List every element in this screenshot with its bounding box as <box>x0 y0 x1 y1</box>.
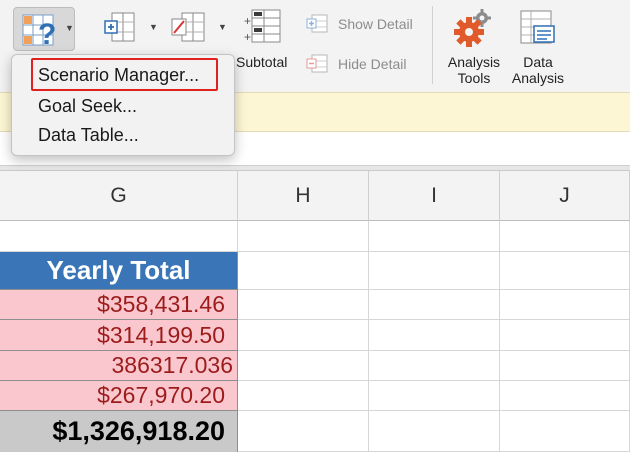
sheet-cell[interactable] <box>500 221 630 252</box>
column-header-i[interactable]: I <box>369 171 500 221</box>
value-cell[interactable]: $267,970.20 <box>0 381 238 411</box>
what-if-analysis-button[interactable]: ? ▼ <box>13 7 75 51</box>
hide-detail-icon <box>306 54 328 73</box>
analysis-tools-label-line1: Analysis <box>447 54 501 70</box>
menu-item-goal-seek[interactable]: Goal Seek... <box>38 96 137 117</box>
column-header-j[interactable]: J <box>500 171 630 221</box>
column-header-h[interactable]: H <box>238 171 369 221</box>
group-icon <box>104 12 135 42</box>
sheet-cell[interactable] <box>238 320 369 351</box>
value-cell[interactable]: 386317.036 <box>0 351 238 381</box>
data-analysis-button[interactable]: Data Analysis <box>506 6 570 86</box>
yearly-total-header-cell[interactable]: Yearly Total <box>0 252 238 290</box>
svg-text:+: + <box>244 14 251 28</box>
ungroup-icon <box>171 12 205 42</box>
sheet-cell[interactable] <box>369 252 500 290</box>
chevron-down-icon[interactable]: ▼ <box>65 23 74 33</box>
what-if-analysis-icon: ? <box>22 14 56 49</box>
chevron-down-icon[interactable]: ▼ <box>218 22 227 32</box>
show-detail-button[interactable]: Show Detail <box>306 12 422 36</box>
analysis-tools-gear-icon <box>454 9 491 47</box>
sheet-cell[interactable] <box>500 381 630 411</box>
sheet-cell[interactable] <box>238 351 369 381</box>
subtotal-icon: + + <box>244 9 281 44</box>
svg-text:+: + <box>244 30 251 44</box>
sheet-cell[interactable] <box>238 221 369 252</box>
grand-total-cell[interactable]: $1,326,918.20 <box>0 411 238 452</box>
sheet-cell[interactable] <box>500 320 630 351</box>
scenario-manager-highlight-box <box>31 58 218 91</box>
value-cell[interactable]: $314,199.50 <box>0 320 238 351</box>
data-analysis-label-line1: Data <box>523 54 553 70</box>
subtotal-button[interactable]: + + Subtotal <box>236 8 294 74</box>
sheet-cell[interactable] <box>369 290 500 320</box>
data-analysis-label-line2: Analysis <box>511 70 565 86</box>
ribbon-separator <box>432 6 433 84</box>
show-detail-label: Show Detail <box>338 16 413 32</box>
show-detail-icon <box>306 14 328 33</box>
sheet-cell[interactable] <box>238 411 369 452</box>
chevron-down-icon[interactable]: ▼ <box>149 22 158 32</box>
data-analysis-icon <box>520 10 555 44</box>
ungroup-button[interactable]: ▼ <box>170 10 230 44</box>
hide-detail-button[interactable]: Hide Detail <box>306 52 422 76</box>
sheet-cell[interactable] <box>500 351 630 381</box>
sheet-cell[interactable] <box>238 381 369 411</box>
sheet-cell[interactable] <box>500 290 630 320</box>
sheet-cell[interactable] <box>369 351 500 381</box>
svg-text:?: ? <box>38 18 56 49</box>
group-button[interactable]: ▼ <box>104 10 160 44</box>
sheet-cell[interactable] <box>500 252 630 290</box>
analysis-tools-label-line2: Tools <box>457 70 491 86</box>
sheet-cell[interactable] <box>238 290 369 320</box>
sheet-cell[interactable] <box>369 320 500 351</box>
value-cell[interactable]: $358,431.46 <box>0 290 238 320</box>
analysis-tools-button[interactable]: Analysis Tools <box>440 6 508 86</box>
sheet-cell[interactable] <box>369 221 500 252</box>
column-header-g[interactable]: G <box>0 171 238 221</box>
sheet-cell[interactable] <box>369 381 500 411</box>
subtotal-label: Subtotal <box>236 54 288 70</box>
sheet-cell[interactable] <box>0 221 238 252</box>
sheet-cell[interactable] <box>238 252 369 290</box>
sheet-cell[interactable] <box>500 411 630 452</box>
sheet-cell[interactable] <box>369 411 500 452</box>
menu-item-data-table[interactable]: Data Table... <box>38 125 139 146</box>
hide-detail-label: Hide Detail <box>338 56 407 72</box>
